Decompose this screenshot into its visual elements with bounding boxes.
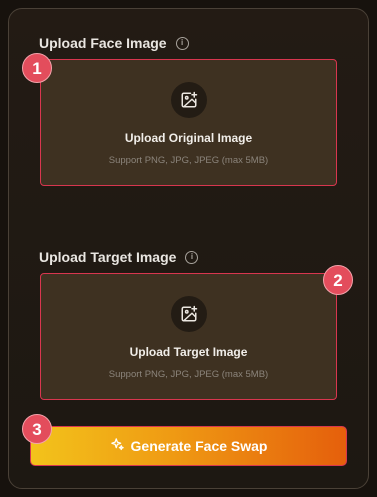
sparkle-icon [110, 437, 125, 455]
annotation-badge-1: 1 [22, 53, 52, 83]
generate-button-label: Generate Face Swap [130, 438, 268, 454]
target-section-header: Upload Target Image i [39, 249, 199, 265]
info-icon[interactable]: i [185, 250, 199, 264]
annotation-badge-2: 2 [323, 265, 353, 295]
info-icon[interactable]: i [175, 36, 189, 50]
face-section-title: Upload Face Image [39, 35, 167, 51]
image-plus-icon [170, 296, 207, 332]
face-dropzone-title: Upload Original Image [124, 131, 253, 145]
face-image-dropzone[interactable]: Upload Original Image Support PNG, JPG, … [40, 59, 337, 186]
annotation-badge-3: 3 [22, 414, 52, 444]
face-section-header: Upload Face Image i [39, 35, 189, 51]
target-dropzone-title: Upload Target Image [129, 345, 248, 359]
image-plus-icon [170, 82, 207, 118]
target-image-dropzone[interactable]: Upload Target Image Support PNG, JPG, JP… [40, 273, 337, 400]
target-section-title: Upload Target Image [39, 249, 177, 265]
target-dropzone-subtitle: Support PNG, JPG, JPEG (max 5MB) [108, 369, 269, 380]
generate-face-swap-button[interactable]: Generate Face Swap [30, 426, 347, 466]
face-dropzone-subtitle: Support PNG, JPG, JPEG (max 5MB) [108, 155, 269, 166]
